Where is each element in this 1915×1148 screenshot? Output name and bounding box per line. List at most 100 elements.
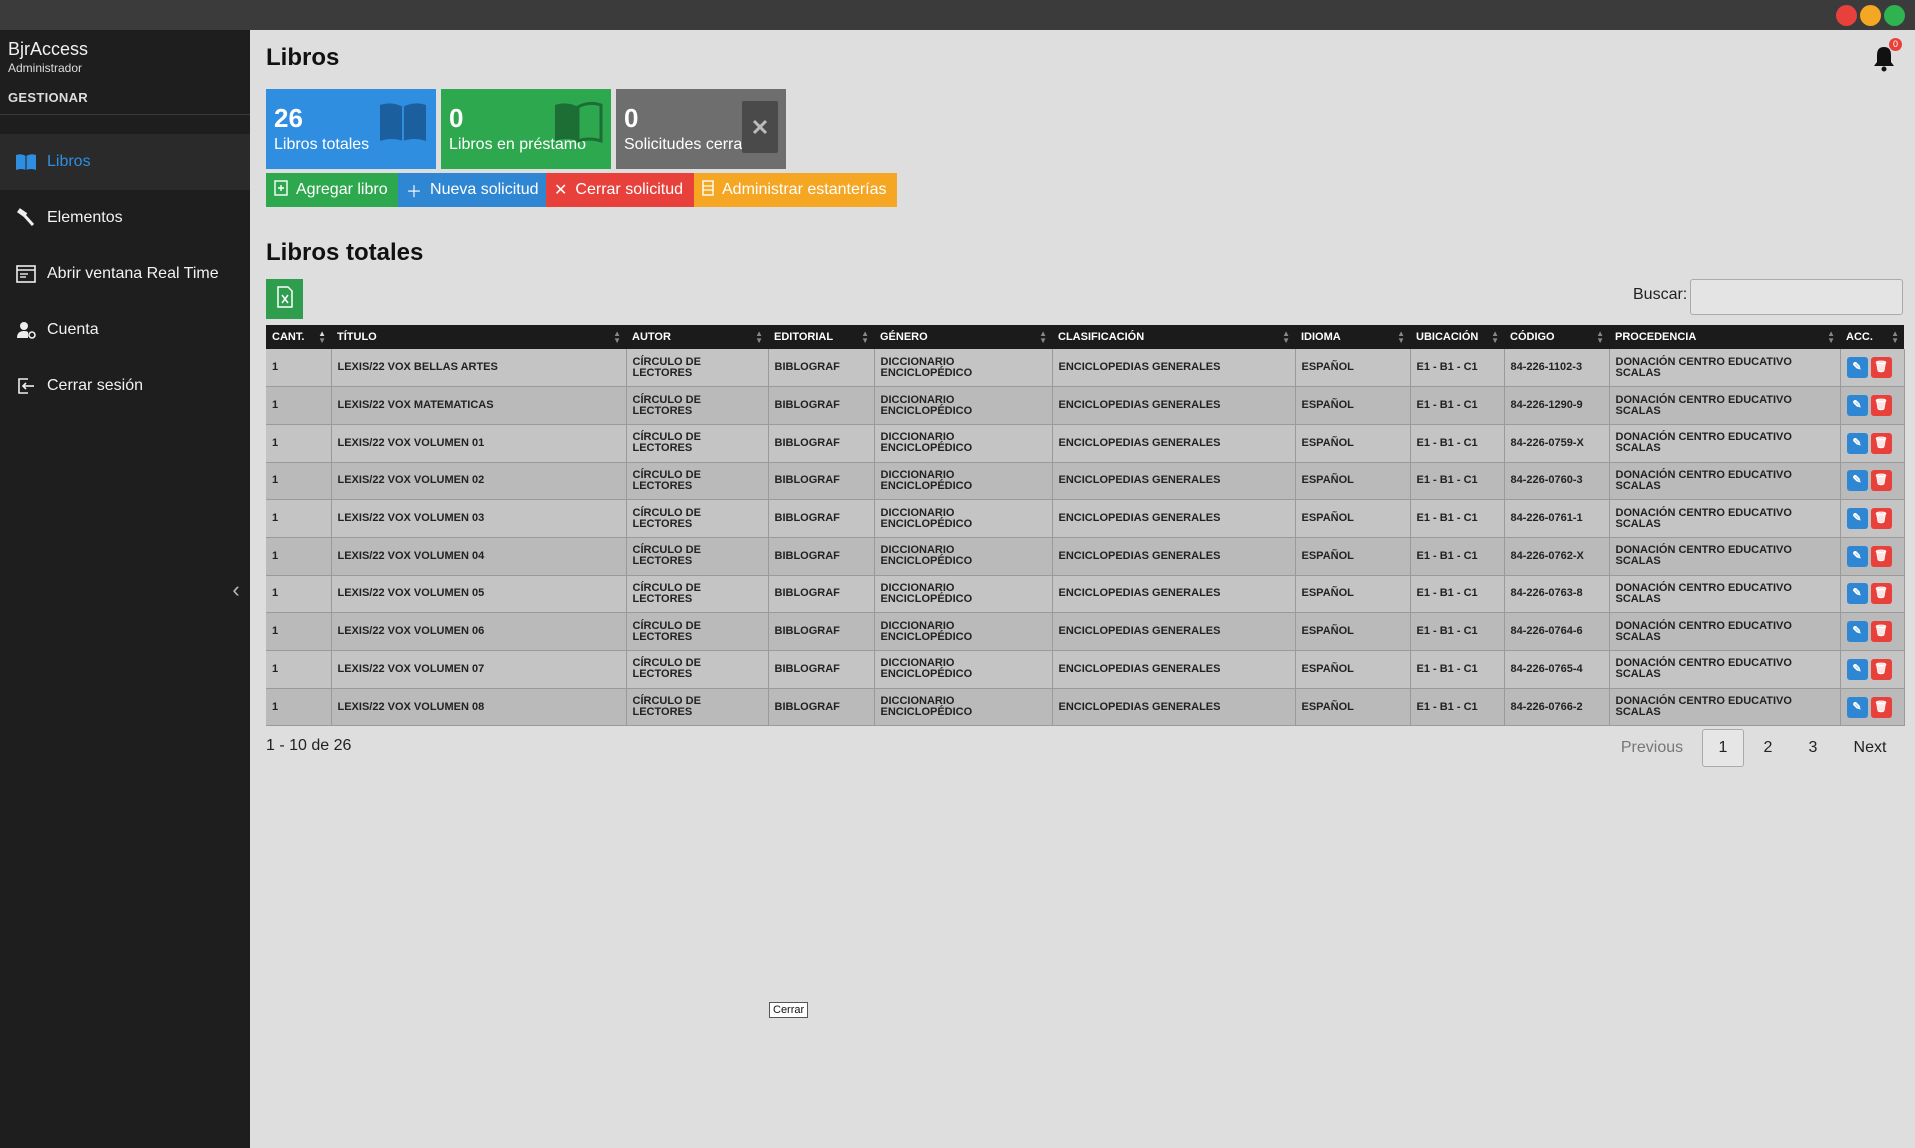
cerrar-solicitud-button[interactable]: ✕ Cerrar solicitud xyxy=(546,173,694,207)
table-cell: DICCIONARIO ENCICLOPÉDICO xyxy=(874,499,1053,538)
window-minimize-button[interactable] xyxy=(1860,5,1881,26)
table-cell: ENCICLOPEDIAS GENERALES xyxy=(1052,537,1296,576)
pagination-page-1[interactable]: 1 xyxy=(1702,729,1744,767)
table-cell: DICCIONARIO ENCICLOPÉDICO xyxy=(874,575,1053,614)
trash-icon[interactable]: 🗑 xyxy=(1870,696,1892,718)
excel-file-icon xyxy=(276,285,294,313)
table-cell: E1 - B1 - C1 xyxy=(1410,349,1505,388)
column-header-label: CLASIFICACIÓN xyxy=(1058,331,1145,343)
table-cell: ESPAÑOL xyxy=(1295,688,1411,727)
table-cell: 1 xyxy=(266,386,332,425)
pagination-next[interactable]: Next xyxy=(1842,729,1898,767)
logout-icon xyxy=(15,375,37,397)
column-header[interactable]: GÉNERO ▲ ▼ xyxy=(874,325,1052,349)
column-header[interactable]: ACC. ▲ ▼ xyxy=(1840,325,1904,349)
table-cell: DICCIONARIO ENCICLOPÉDICO xyxy=(874,612,1053,651)
table-cell: ESPAÑOL xyxy=(1295,650,1411,689)
table-cell: E1 - B1 - C1 xyxy=(1410,688,1505,727)
table-cell: 1 xyxy=(266,424,332,463)
trash-icon[interactable]: 🗑 xyxy=(1870,621,1892,643)
sidebar-item-elementos[interactable]: Elementos xyxy=(0,190,250,246)
table-cell: CÍRCULO DE LECTORES xyxy=(626,650,769,689)
table-cell: BIBLOGRAF xyxy=(768,386,875,425)
edit-icon[interactable]: ✎ xyxy=(1846,357,1868,379)
edit-icon[interactable]: ✎ xyxy=(1846,545,1868,567)
edit-icon[interactable]: ✎ xyxy=(1846,508,1868,530)
edit-icon[interactable]: ✎ xyxy=(1846,658,1868,680)
table-cell: BIBLOGRAF xyxy=(768,424,875,463)
table-cell: DONACIÓN CENTRO EDUCATIVO SCALAS xyxy=(1609,688,1841,727)
table-row: 1 LEXIS/22 VOX VOLUMEN 02 CÍRCULO DE LECTO… xyxy=(266,462,1905,501)
table-cell: ENCICLOPEDIAS GENERALES xyxy=(1052,688,1296,727)
trash-icon[interactable]: 🗑 xyxy=(1870,470,1892,492)
trash-icon[interactable]: 🗑 xyxy=(1870,583,1892,605)
plus-icon: ＋ xyxy=(406,184,423,201)
sidebar-item-cuenta[interactable]: Cuenta xyxy=(0,302,250,358)
table-cell: DONACIÓN CENTRO EDUCATIVO SCALAS xyxy=(1609,424,1841,463)
column-header[interactable]: IDIOMA ▲ ▼ xyxy=(1295,325,1410,349)
table-cell: DICCIONARIO ENCICLOPÉDICO xyxy=(874,537,1053,576)
sidebar-item-real-time[interactable]: Abrir ventana Real Time xyxy=(0,246,250,302)
table-cell: LEXIS/22 VOX VOLUMEN 03 xyxy=(331,499,627,538)
edit-icon[interactable]: ✎ xyxy=(1846,696,1868,718)
sidebar-item-libros[interactable]: Libros xyxy=(0,134,250,190)
trash-icon[interactable]: 🗑 xyxy=(1870,432,1892,454)
pagination-page-3[interactable]: 3 xyxy=(1792,729,1834,767)
window-maximize-button[interactable] xyxy=(1884,5,1905,26)
column-header[interactable]: UBICACIÓN ▲ ▼ xyxy=(1410,325,1504,349)
edit-icon[interactable]: ✎ xyxy=(1846,621,1868,643)
table-cell: DONACIÓN CENTRO EDUCATIVO SCALAS xyxy=(1609,537,1841,576)
agregar-libro-button[interactable]: Agregar libro xyxy=(266,173,398,207)
table-cell: BIBLOGRAF xyxy=(768,612,875,651)
table-cell: 1 xyxy=(266,499,332,538)
action-label: Agregar libro xyxy=(296,181,388,198)
table-cell: ESPAÑOL xyxy=(1295,424,1411,463)
nueva-solicitud-button[interactable]: ＋ Nueva solicitud xyxy=(398,173,546,207)
table-row: 1 LEXIS/22 VOX VOLUMEN 06 CÍRCULO DE LECTO… xyxy=(266,612,1905,651)
shelf-icon xyxy=(702,179,714,201)
sort-icon: ▲ ▼ xyxy=(755,329,763,345)
table-cell: CÍRCULO DE LECTORES xyxy=(626,386,769,425)
row-actions: ✎ 🗑 xyxy=(1840,349,1905,388)
table-cell: 84-226-0761-1 xyxy=(1504,499,1610,538)
column-header[interactable]: AUTOR ▲ ▼ xyxy=(626,325,768,349)
trash-icon[interactable]: 🗑 xyxy=(1870,508,1892,530)
table-cell: CÍRCULO DE LECTORES xyxy=(626,612,769,651)
table-cell: 84-226-1102-3 xyxy=(1504,349,1610,388)
book-icon xyxy=(378,101,428,148)
edit-icon[interactable]: ✎ xyxy=(1846,470,1868,492)
trash-icon[interactable]: 🗑 xyxy=(1870,658,1892,680)
search-input[interactable] xyxy=(1690,279,1903,315)
trash-icon[interactable]: 🗑 xyxy=(1870,357,1892,379)
table-row: 1 LEXIS/22 VOX MATEMATICAS CÍRCULO DE LECT… xyxy=(266,386,1905,425)
export-excel-button[interactable] xyxy=(266,279,303,319)
window-close-button[interactable] xyxy=(1836,5,1857,26)
sidebar-item-cerrar-sesion[interactable]: Cerrar sesión xyxy=(0,358,250,414)
table-cell: BIBLOGRAF xyxy=(768,462,875,501)
trash-icon[interactable]: 🗑 xyxy=(1870,545,1892,567)
table-cell: LEXIS/22 VOX VOLUMEN 05 xyxy=(331,575,627,614)
column-header[interactable]: CÓDIGO ▲ ▼ xyxy=(1504,325,1609,349)
pagination-page-2[interactable]: 2 xyxy=(1747,729,1789,767)
trash-icon[interactable]: 🗑 xyxy=(1870,395,1892,417)
administrar-estanterias-button[interactable]: Administrar estanterías xyxy=(694,173,897,207)
edit-icon[interactable]: ✎ xyxy=(1846,395,1868,417)
edit-icon[interactable]: ✎ xyxy=(1846,583,1868,605)
table-cell: ESPAÑOL xyxy=(1295,386,1411,425)
column-header[interactable]: EDITORIAL ▲ ▼ xyxy=(768,325,874,349)
column-header[interactable]: TÍTULO ▲ ▼ xyxy=(331,325,626,349)
table-cell: 84-226-1290-9 xyxy=(1504,386,1610,425)
edit-icon[interactable]: ✎ xyxy=(1846,432,1868,454)
table-cell: E1 - B1 - C1 xyxy=(1410,650,1505,689)
sidebar-item-label: Cerrar sesión xyxy=(47,377,144,394)
sort-icon: ▲ ▼ xyxy=(613,329,621,345)
column-header[interactable]: PROCEDENCIA ▲ ▼ xyxy=(1609,325,1840,349)
table-cell: LEXIS/22 VOX VOLUMEN 02 xyxy=(331,462,627,501)
collapse-sidebar-chevron-icon[interactable]: ‹ xyxy=(228,578,244,602)
column-header[interactable]: CANT. ▲ ▼ xyxy=(266,325,331,349)
pagination-previous[interactable]: Previous xyxy=(1614,729,1690,767)
sort-icon: ▲ ▼ xyxy=(1039,329,1047,345)
table-cell: E1 - B1 - C1 xyxy=(1410,386,1505,425)
column-header[interactable]: CLASIFICACIÓN ▲ ▼ xyxy=(1052,325,1295,349)
table-cell: 84-226-0760-3 xyxy=(1504,462,1610,501)
